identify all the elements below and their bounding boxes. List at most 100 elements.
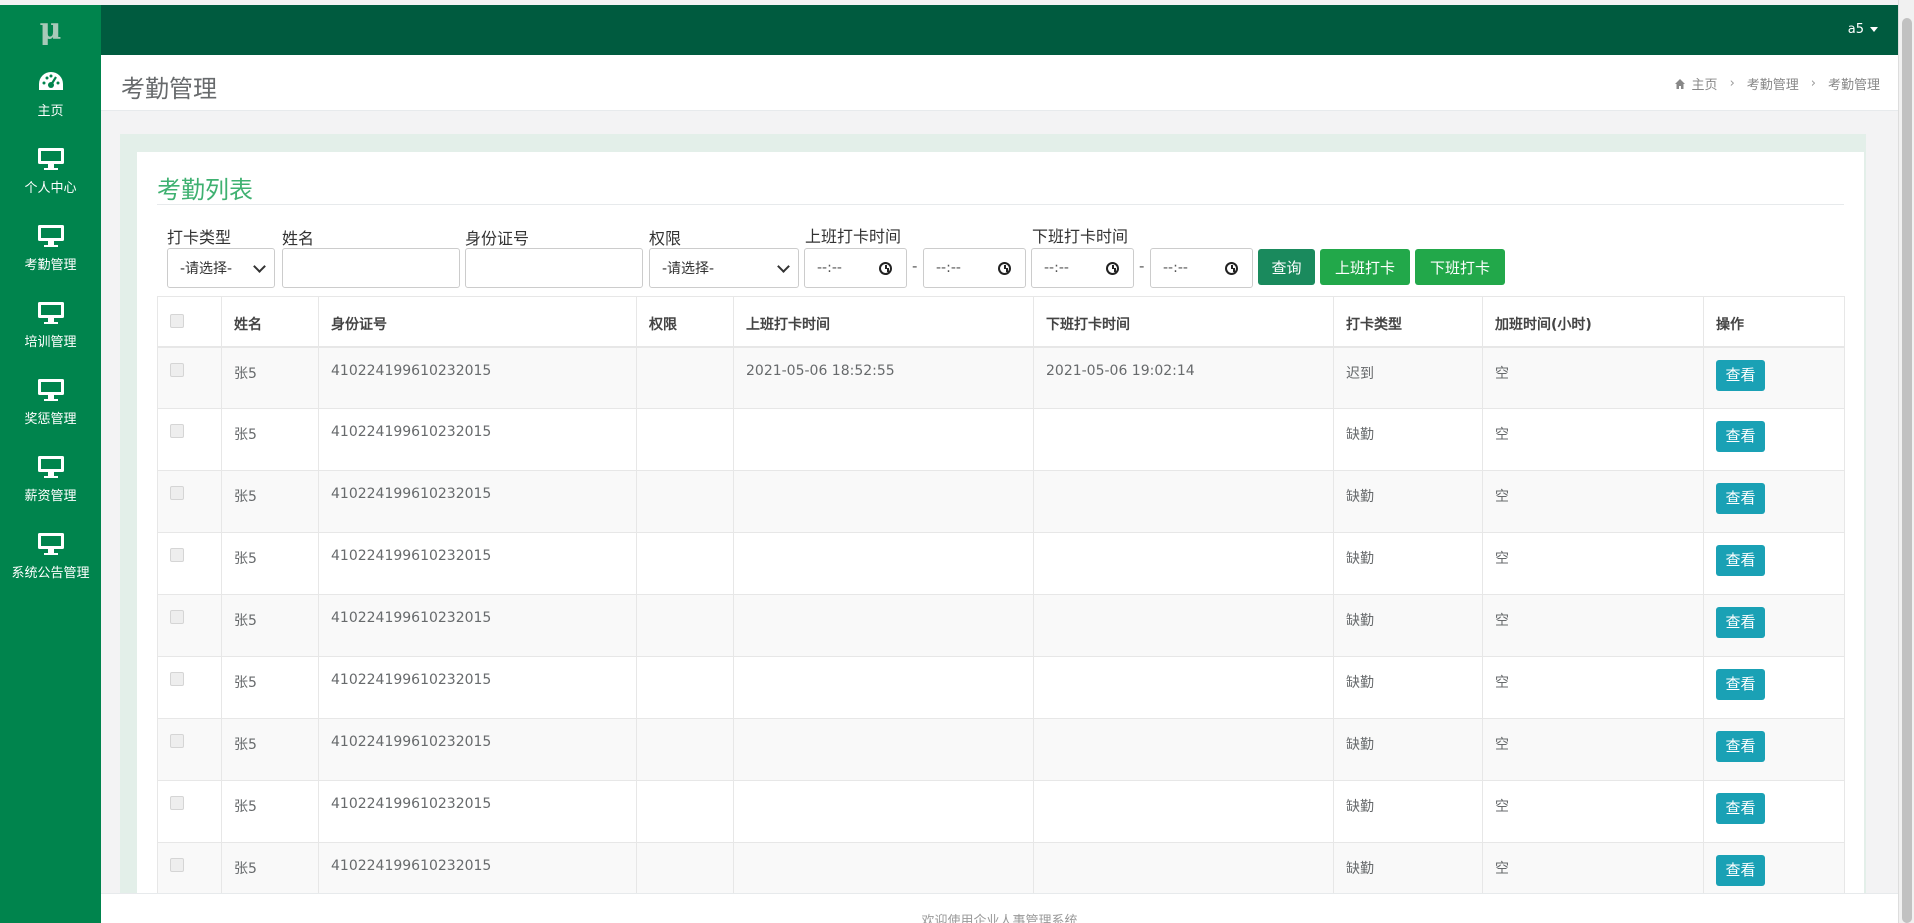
range-separator: - — [1139, 257, 1145, 275]
cell-id-number: 410224199610232015 — [318, 532, 637, 595]
cell-clock-out: 2021-05-06 19:02:14 — [1033, 346, 1334, 409]
row-checkbox[interactable] — [170, 858, 184, 872]
cell-name: 张5 — [221, 532, 319, 595]
filter-name-label: 姓名 — [282, 229, 315, 248]
cell-clock-in: 2021-05-06 18:52:55 — [733, 346, 1034, 409]
cell-type: 缺勤 — [1333, 594, 1483, 657]
cell-type: 迟到 — [1333, 346, 1483, 409]
cell-actions: 查看 — [1703, 532, 1845, 595]
filter-id-label: 身份证号 — [465, 229, 530, 248]
cell-overtime: 空 — [1482, 470, 1704, 533]
table-row: 张5 410224199610232015 缺勤 空 查看 — [157, 470, 1845, 533]
breadcrumb-home-link[interactable]: 主页 — [1692, 74, 1718, 93]
sidebar-item-attendance[interactable]: 考勤管理 — [0, 209, 101, 286]
table-row: 张5 410224199610232015 缺勤 空 查看 — [157, 532, 1845, 595]
clock-in-start-input[interactable]: --:-- — [804, 248, 907, 288]
time-placeholder: --:-- — [817, 260, 842, 276]
table-row: 张5 410224199610232015 缺勤 空 查看 — [157, 408, 1845, 471]
row-checkbox[interactable] — [170, 424, 184, 438]
cell-clock-out — [1033, 408, 1334, 471]
row-checkbox[interactable] — [170, 486, 184, 500]
page-heading: 考勤管理 主页 › 考勤管理 › 考勤管理 — [101, 55, 1898, 111]
sidebar-item-label: 薪资管理 — [24, 488, 77, 504]
select-all-checkbox[interactable] — [170, 314, 184, 328]
view-button[interactable]: 查看 — [1716, 421, 1765, 452]
view-button[interactable]: 查看 — [1716, 731, 1765, 762]
row-checkbox[interactable] — [170, 610, 184, 624]
view-button[interactable]: 查看 — [1716, 359, 1765, 391]
query-button[interactable]: 查询 — [1258, 249, 1315, 285]
cell-name: 张5 — [221, 346, 319, 409]
monitor-icon — [37, 146, 65, 172]
cell-overtime: 空 — [1482, 842, 1704, 893]
user-menu[interactable]: a5 — [1848, 5, 1878, 55]
clock-out-end-input[interactable]: --:-- — [1150, 248, 1253, 288]
view-button[interactable]: 查看 — [1716, 545, 1765, 576]
clock-icon[interactable] — [998, 261, 1011, 275]
cell-clock-out — [1033, 842, 1334, 893]
attendance-panel: 考勤列表 打卡类型 -请选择- 姓名 身份证号 权限 -请选择- 上班打卡时间 … — [137, 152, 1864, 893]
column-header: 身份证号 — [318, 296, 637, 348]
filter-name-input[interactable] — [282, 248, 460, 288]
sidebar-item-personal[interactable]: 个人中心 — [0, 132, 101, 209]
column-header: 加班时间(小时) — [1482, 296, 1704, 348]
cell-type: 缺勤 — [1333, 656, 1483, 719]
filter-type-select[interactable]: -请选择- — [167, 248, 275, 288]
panel-title: 考勤列表 — [157, 176, 253, 204]
view-button[interactable]: 查看 — [1716, 669, 1765, 700]
chevron-down-icon — [777, 259, 790, 273]
breadcrumb-section-link[interactable]: 考勤管理 — [1747, 74, 1799, 93]
column-header: 下班打卡时间 — [1033, 296, 1334, 348]
column-header: 上班打卡时间 — [733, 296, 1034, 348]
table-row: 张5 410224199610232015 缺勤 空 查看 — [157, 656, 1845, 719]
clock-icon[interactable] — [1225, 261, 1238, 275]
cell-type: 缺勤 — [1333, 718, 1483, 781]
scrollbar-thumb[interactable] — [1902, 18, 1912, 923]
cell-permission — [636, 656, 734, 719]
cell-permission — [636, 718, 734, 781]
clock-icon[interactable] — [1106, 261, 1119, 275]
row-select-cell — [157, 532, 222, 595]
view-button[interactable]: 查看 — [1716, 855, 1765, 886]
row-checkbox[interactable] — [170, 734, 184, 748]
column-header: 姓名 — [221, 296, 319, 348]
cell-type: 缺勤 — [1333, 532, 1483, 595]
cell-type: 缺勤 — [1333, 842, 1483, 893]
clock-out-button[interactable]: 下班打卡 — [1415, 249, 1505, 285]
sidebar-item-salary[interactable]: 薪资管理 — [0, 440, 101, 517]
row-checkbox[interactable] — [170, 796, 184, 810]
sidebar-item-training[interactable]: 培训管理 — [0, 286, 101, 363]
page-scrollbar[interactable] — [1898, 0, 1914, 923]
view-button[interactable]: 查看 — [1716, 793, 1765, 824]
monitor-icon — [37, 223, 65, 249]
cell-overtime: 空 — [1482, 346, 1704, 409]
column-header: 操作 — [1703, 296, 1845, 348]
range-separator: - — [912, 257, 918, 275]
clock-icon[interactable] — [879, 261, 892, 275]
clock-in-button[interactable]: 上班打卡 — [1320, 249, 1410, 285]
cell-actions: 查看 — [1703, 780, 1845, 843]
sidebar-item-label: 奖惩管理 — [24, 411, 77, 427]
filter-permission-select[interactable]: -请选择- — [649, 248, 799, 288]
clock-out-start-input[interactable]: --:-- — [1031, 248, 1134, 288]
divider — [157, 204, 1844, 205]
cell-clock-in — [733, 718, 1034, 781]
view-button[interactable]: 查看 — [1716, 483, 1765, 514]
time-placeholder: --:-- — [1163, 260, 1188, 276]
cell-id-number: 410224199610232015 — [318, 408, 637, 471]
sidebar-item-rewards[interactable]: 奖惩管理 — [0, 363, 101, 440]
cell-id-number: 410224199610232015 — [318, 594, 637, 657]
monitor-icon — [37, 454, 65, 480]
clock-in-end-input[interactable]: --:-- — [923, 248, 1026, 288]
sidebar-item-announcements[interactable]: 系统公告管理 — [0, 517, 101, 594]
filter-id-input[interactable] — [465, 248, 643, 288]
top-navbar: a5 — [0, 5, 1898, 55]
row-checkbox[interactable] — [170, 672, 184, 686]
sidebar-item-home[interactable]: 主页 — [0, 55, 101, 132]
row-checkbox[interactable] — [170, 548, 184, 562]
cell-clock-in — [733, 842, 1034, 893]
cell-overtime: 空 — [1482, 532, 1704, 595]
view-button[interactable]: 查看 — [1716, 607, 1765, 638]
row-checkbox[interactable] — [170, 362, 184, 377]
cell-permission — [636, 842, 734, 893]
